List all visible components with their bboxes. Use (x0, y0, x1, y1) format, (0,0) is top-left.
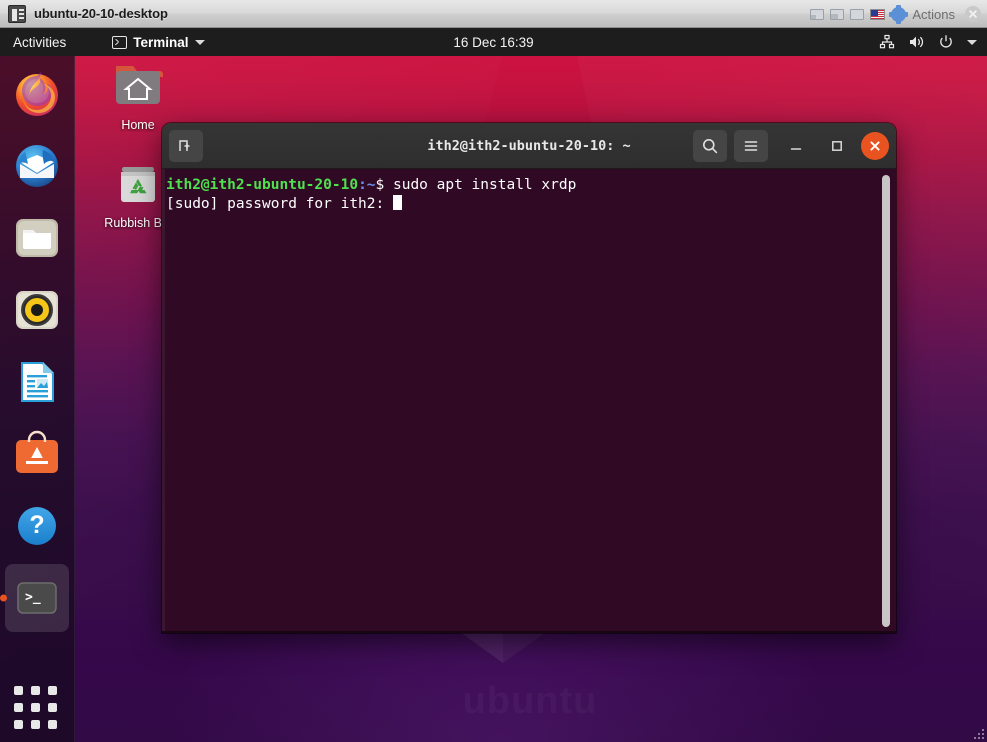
hard-disk-icon[interactable] (810, 8, 825, 20)
files-icon (16, 219, 58, 257)
grid-dot (31, 686, 40, 695)
grid-dot (48, 720, 57, 729)
dock: ? >_ (0, 56, 75, 742)
terminal-command: $ sudo apt install xrdp (375, 177, 577, 193)
dock-item-firefox[interactable] (5, 60, 69, 128)
svg-text:?: ? (29, 511, 44, 539)
menu-button[interactable] (734, 129, 768, 162)
ubuntu-software-icon (16, 430, 58, 473)
power-icon (940, 35, 952, 48)
system-tray[interactable] (879, 28, 977, 56)
close-button[interactable] (861, 131, 889, 160)
app-menu-button[interactable]: Terminal (106, 28, 210, 56)
rhythmbox-icon (16, 291, 58, 329)
firefox-icon (16, 72, 58, 116)
libreoffice-writer-icon (21, 362, 54, 402)
rubbish-bin-icon (121, 167, 155, 202)
terminal-left-edge (162, 169, 165, 633)
terminal-cursor (392, 194, 402, 210)
host-window-titlebar[interactable]: ubuntu-20-10-desktop Actions (0, 0, 987, 28)
dock-item-files[interactable] (5, 204, 69, 272)
host-window-title: ubuntu-20-10-desktop (34, 6, 168, 21)
thunderbird-icon (16, 145, 58, 187)
virtualbox-window: ubuntu-20-10-desktop Actions ubuntu Acti (0, 0, 987, 742)
chevron-down-icon (194, 39, 205, 45)
desktop-icon-home[interactable]: Home (90, 60, 186, 132)
terminal-icon (112, 35, 128, 49)
terminal-headerbar[interactable]: ith2@ith2-ubuntu-20-10: ~ (162, 123, 896, 169)
close-icon[interactable] (965, 6, 981, 22)
minimize-button[interactable] (779, 130, 813, 162)
grid-dot (48, 686, 57, 695)
hamburger-menu-icon (744, 140, 758, 151)
grid-dot (14, 686, 23, 695)
host-status-area: Actions (810, 0, 981, 28)
search-icon (703, 138, 718, 153)
wallpaper-watermark: ubuntu (330, 678, 730, 724)
terminal-prompt-user-host: ith2@ith2-ubuntu-20-10 (166, 177, 359, 193)
terminal-bottom-edge (162, 631, 896, 633)
vm-screen-icon (8, 4, 26, 23)
terminal-scrollbar-thumb[interactable] (882, 175, 890, 627)
maximize-button[interactable] (820, 130, 854, 162)
terminal-icon: >_ (17, 582, 57, 614)
dock-item-terminal[interactable]: >_ (5, 564, 69, 632)
network-flag-icon[interactable] (870, 8, 886, 20)
dock-item-help[interactable]: ? (5, 492, 69, 560)
close-icon (870, 140, 880, 151)
grid-dot (14, 703, 23, 712)
gnome-top-bar: Activities Terminal 16 Dec 16:39 (0, 28, 987, 56)
new-tab-button[interactable] (169, 129, 203, 162)
terminal-password-prompt: [sudo] password for ith2: (166, 195, 393, 212)
grid-dot (14, 720, 23, 729)
network-icon (879, 34, 895, 49)
dock-item-libreoffice-writer[interactable] (5, 348, 69, 416)
terminal-body[interactable]: ith2@ith2-ubuntu-20-10:~$ sudo apt insta… (162, 169, 896, 633)
minimize-icon (790, 147, 802, 150)
chevron-down-icon (967, 39, 977, 45)
show-applications-button[interactable] (14, 686, 60, 732)
dock-item-thunderbird[interactable] (5, 132, 69, 200)
terminal-scrollbar[interactable] (882, 175, 890, 627)
optical-disk-icon[interactable] (830, 8, 845, 20)
terminal-output: ith2@ith2-ubuntu-20-10:~$ sudo apt insta… (166, 176, 870, 213)
terminal-prompt-path: :~ (358, 177, 376, 193)
grid-dot (31, 703, 40, 712)
dock-item-ubuntu-software[interactable] (5, 420, 69, 488)
grid-dot (48, 703, 57, 712)
settings-gear-icon[interactable] (889, 4, 909, 24)
grid-dot (31, 720, 40, 729)
help-icon: ? (18, 507, 56, 545)
activities-button[interactable]: Activities (0, 28, 76, 56)
svg-text:>_: >_ (25, 590, 41, 605)
terminal-window-controls (693, 129, 889, 162)
floppy-icon[interactable] (850, 8, 865, 20)
volume-icon (910, 36, 924, 48)
guest-screen: ubuntu Activities Terminal 16 Dec 16:39 (0, 28, 987, 742)
new-tab-icon (179, 139, 190, 151)
home-folder-icon (116, 66, 163, 104)
app-menu-label: Terminal (133, 34, 189, 50)
terminal-window[interactable]: ith2@ith2-ubuntu-20-10: ~ ith2@ith2-ubun… (162, 123, 896, 633)
actions-menu[interactable]: Actions (912, 7, 955, 22)
maximize-icon (832, 140, 842, 151)
dock-item-rhythmbox[interactable] (5, 276, 69, 344)
resize-grip[interactable] (973, 728, 985, 740)
search-button[interactable] (693, 129, 727, 162)
